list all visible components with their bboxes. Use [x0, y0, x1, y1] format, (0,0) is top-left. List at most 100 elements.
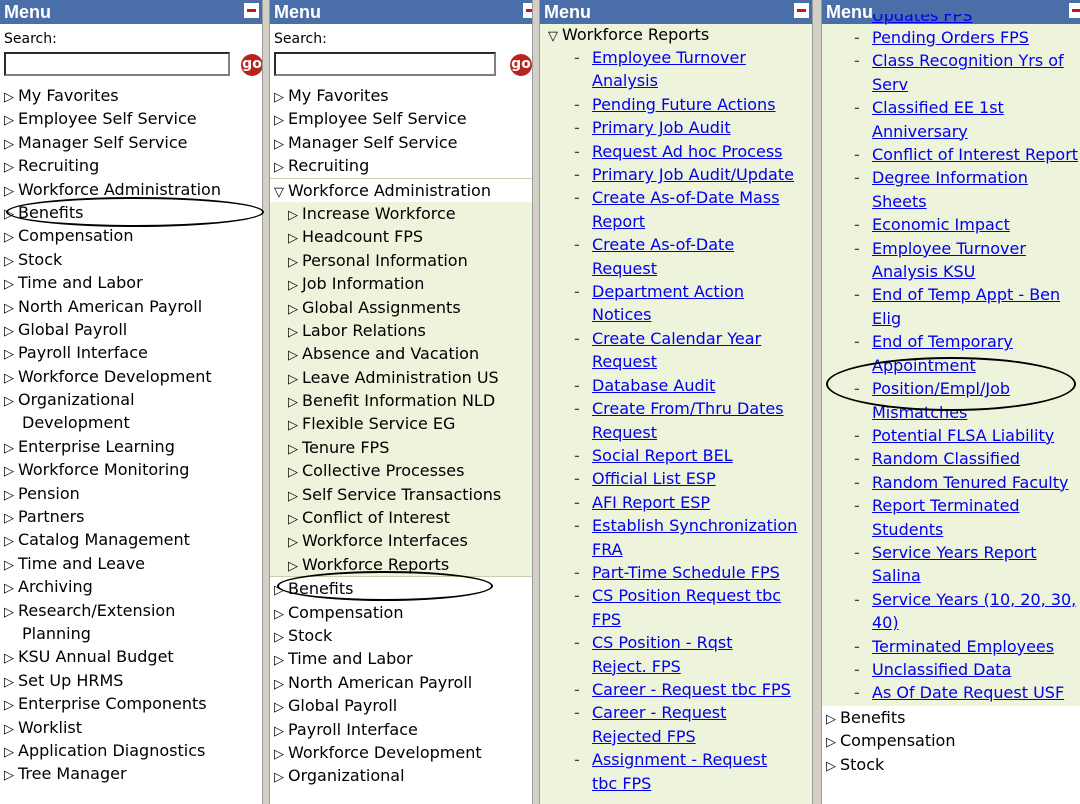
report-link[interactable]: Part-Time Schedule FPS — [540, 561, 812, 585]
report-link[interactable]: End of Temp Appt - Ben — [822, 283, 1080, 307]
menu-item[interactable]: ▷ Self Service Transactions — [270, 483, 532, 506]
report-link[interactable]: Career - Request tbc FPS — [540, 678, 812, 702]
minimize-icon[interactable] — [523, 3, 532, 18]
menu-item[interactable]: ▷ Worklist — [0, 716, 262, 739]
menu-item[interactable]: ▷ Tenure FPS — [270, 436, 532, 459]
report-link-cont[interactable]: Request — [540, 350, 812, 373]
go-icon[interactable]: go — [241, 54, 262, 76]
report-link[interactable]: Employee Turnover — [822, 237, 1080, 261]
menu-item[interactable]: ▷ Benefit Information NLD — [270, 389, 532, 412]
report-link[interactable]: Establish Synchronization — [540, 514, 812, 538]
report-link[interactable]: Employee Turnover — [540, 46, 812, 70]
report-link[interactable]: Create From/Thru Dates — [540, 397, 812, 421]
report-link[interactable]: Position/Empl/Job — [822, 377, 1080, 401]
report-link[interactable]: Career - Request — [540, 701, 812, 725]
report-link-cont[interactable]: Rejected FPS — [540, 725, 812, 748]
report-link[interactable]: Create As-of-Date — [540, 233, 812, 257]
report-link[interactable]: Random Classified — [822, 447, 1080, 471]
menu-item[interactable]: ▷ Global Payroll — [270, 694, 532, 717]
report-link[interactable]: Degree Information — [822, 166, 1080, 190]
menu-item[interactable]: ▷ North American Payroll — [0, 295, 262, 318]
menu-item[interactable]: ▷ Manager Self Service — [270, 131, 532, 154]
report-link[interactable]: CS Position - Rqst — [540, 631, 812, 655]
menu-item[interactable]: ▷ Global Payroll — [0, 318, 262, 341]
report-link[interactable]: Official List ESP — [540, 467, 812, 491]
report-link-cont[interactable]: Anniversary — [822, 120, 1080, 143]
menu-item[interactable]: ▷ Time and Leave — [0, 552, 262, 575]
menu-item[interactable]: ▷ Payroll Interface — [0, 341, 262, 364]
menu-item[interactable]: ▷ Employee Self Service — [270, 107, 532, 130]
report-link[interactable]: Pending Future Actions — [540, 93, 812, 117]
workforce-reports-folder[interactable]: ▽ Workforce Reports — [540, 24, 812, 46]
menu-item[interactable]: ▷ Benefits — [270, 577, 532, 600]
menu-item[interactable]: ▷ Organizational — [270, 764, 532, 787]
menu-item[interactable]: ▷ Employee Self Service — [0, 107, 262, 130]
menu-item[interactable]: ▷ Payroll Interface — [270, 718, 532, 741]
report-link-cont[interactable]: Students — [822, 518, 1080, 541]
menu-item[interactable]: ▷ Set Up HRMS — [0, 669, 262, 692]
menu-item[interactable]: ▷ Absence and Vacation — [270, 342, 532, 365]
report-link-cont[interactable]: Reject. FPS — [540, 655, 812, 678]
report-link[interactable]: CS Position Request tbc — [540, 584, 812, 608]
menu-item[interactable]: ▷ Enterprise Components — [0, 692, 262, 715]
menu-item[interactable]: ▷ Benefits — [0, 201, 262, 224]
report-link-cont[interactable]: tbc FPS — [540, 772, 812, 795]
report-link-cont[interactable]: Request — [540, 421, 812, 444]
menu-item[interactable]: ▷ Conflict of Interest — [270, 506, 532, 529]
menu-item[interactable]: ▷ KSU Annual Budget — [0, 645, 262, 668]
report-link-cont[interactable]: Notices — [540, 303, 812, 326]
report-link-cont[interactable]: Analysis — [540, 69, 812, 92]
menu-item[interactable]: ▷ Recruiting — [270, 154, 532, 177]
minimize-icon[interactable] — [794, 3, 809, 18]
menu-item[interactable]: ▷ Headcount FPS — [270, 225, 532, 248]
report-link-cont[interactable]: Analysis KSU — [822, 260, 1080, 283]
menu-item[interactable]: ▷ Manager Self Service — [0, 131, 262, 154]
menu-item[interactable]: ▷ Research/Extension — [0, 599, 262, 622]
menu-item[interactable]: ▷ Workforce Interfaces — [270, 529, 532, 552]
search-input[interactable] — [4, 52, 230, 76]
menu-item[interactable]: ▷ Application Diagnostics — [0, 739, 262, 762]
menu-item[interactable]: ▷ Compensation — [0, 224, 262, 247]
menu-item[interactable]: ▷ Stock — [270, 624, 532, 647]
report-link[interactable]: Create Calendar Year — [540, 327, 812, 351]
menu-item[interactable]: ▷ Organizational — [0, 388, 262, 411]
minimize-icon[interactable] — [244, 3, 259, 18]
menu-item[interactable]: ▷ Tree Manager — [0, 762, 262, 785]
report-link[interactable]: End of Temporary — [822, 330, 1080, 354]
report-link[interactable]: Potential FLSA Liability — [822, 424, 1080, 448]
menu-item[interactable]: ▷ Pension — [0, 482, 262, 505]
menu-item[interactable]: ▷ Workforce Reports — [270, 553, 532, 576]
menu-item[interactable]: ▷ Personal Information — [270, 249, 532, 272]
report-link[interactable]: Service Years Report — [822, 541, 1080, 565]
report-link-cont[interactable]: Sheets — [822, 190, 1080, 213]
go-icon[interactable]: go — [510, 54, 532, 76]
search-input[interactable] — [274, 52, 496, 76]
menu-item[interactable]: ▷ Workforce Development — [0, 365, 262, 388]
report-link[interactable]: Terminated Employees — [822, 635, 1080, 659]
report-link-cont[interactable]: Elig — [822, 307, 1080, 330]
report-link-cont[interactable]: 40) — [822, 611, 1080, 634]
report-link[interactable]: Social Report BEL — [540, 444, 812, 468]
menu-item[interactable]: ▷ Collective Processes — [270, 459, 532, 482]
report-link[interactable]: Request Ad hoc Process — [540, 140, 812, 164]
report-link[interactable]: Assignment - Request — [540, 748, 812, 772]
menu-item[interactable]: ▷ Recruiting — [0, 154, 262, 177]
menu-item[interactable]: ▷ Job Information — [270, 272, 532, 295]
report-link-cont[interactable]: Serv — [822, 73, 1080, 96]
menu-item[interactable]: ▷ My Favorites — [0, 84, 262, 107]
menu-item[interactable]: ▷ Stock — [822, 753, 1080, 776]
menu-item[interactable]: ▷ Global Assignments — [270, 296, 532, 319]
report-link-cont[interactable]: Salina — [822, 564, 1080, 587]
report-link-partial[interactable]: Updates FPS — [822, 14, 1080, 26]
menu-item[interactable]: ▷ Stock — [0, 248, 262, 271]
menu-item[interactable]: ▽ Workforce Administration — [270, 177, 532, 202]
report-link-cont[interactable]: Report — [540, 210, 812, 233]
menu-item[interactable]: ▷ Compensation — [270, 601, 532, 624]
report-link-cont[interactable]: FRA — [540, 538, 812, 561]
menu-item[interactable]: ▷ North American Payroll — [270, 671, 532, 694]
report-link[interactable]: Primary Job Audit/Update — [540, 163, 812, 187]
menu-item[interactable]: ▷ Partners — [0, 505, 262, 528]
report-link-cont[interactable]: Request — [540, 257, 812, 280]
report-link[interactable]: Class Recognition Yrs of — [822, 49, 1080, 73]
report-link[interactable]: Primary Job Audit — [540, 116, 812, 140]
